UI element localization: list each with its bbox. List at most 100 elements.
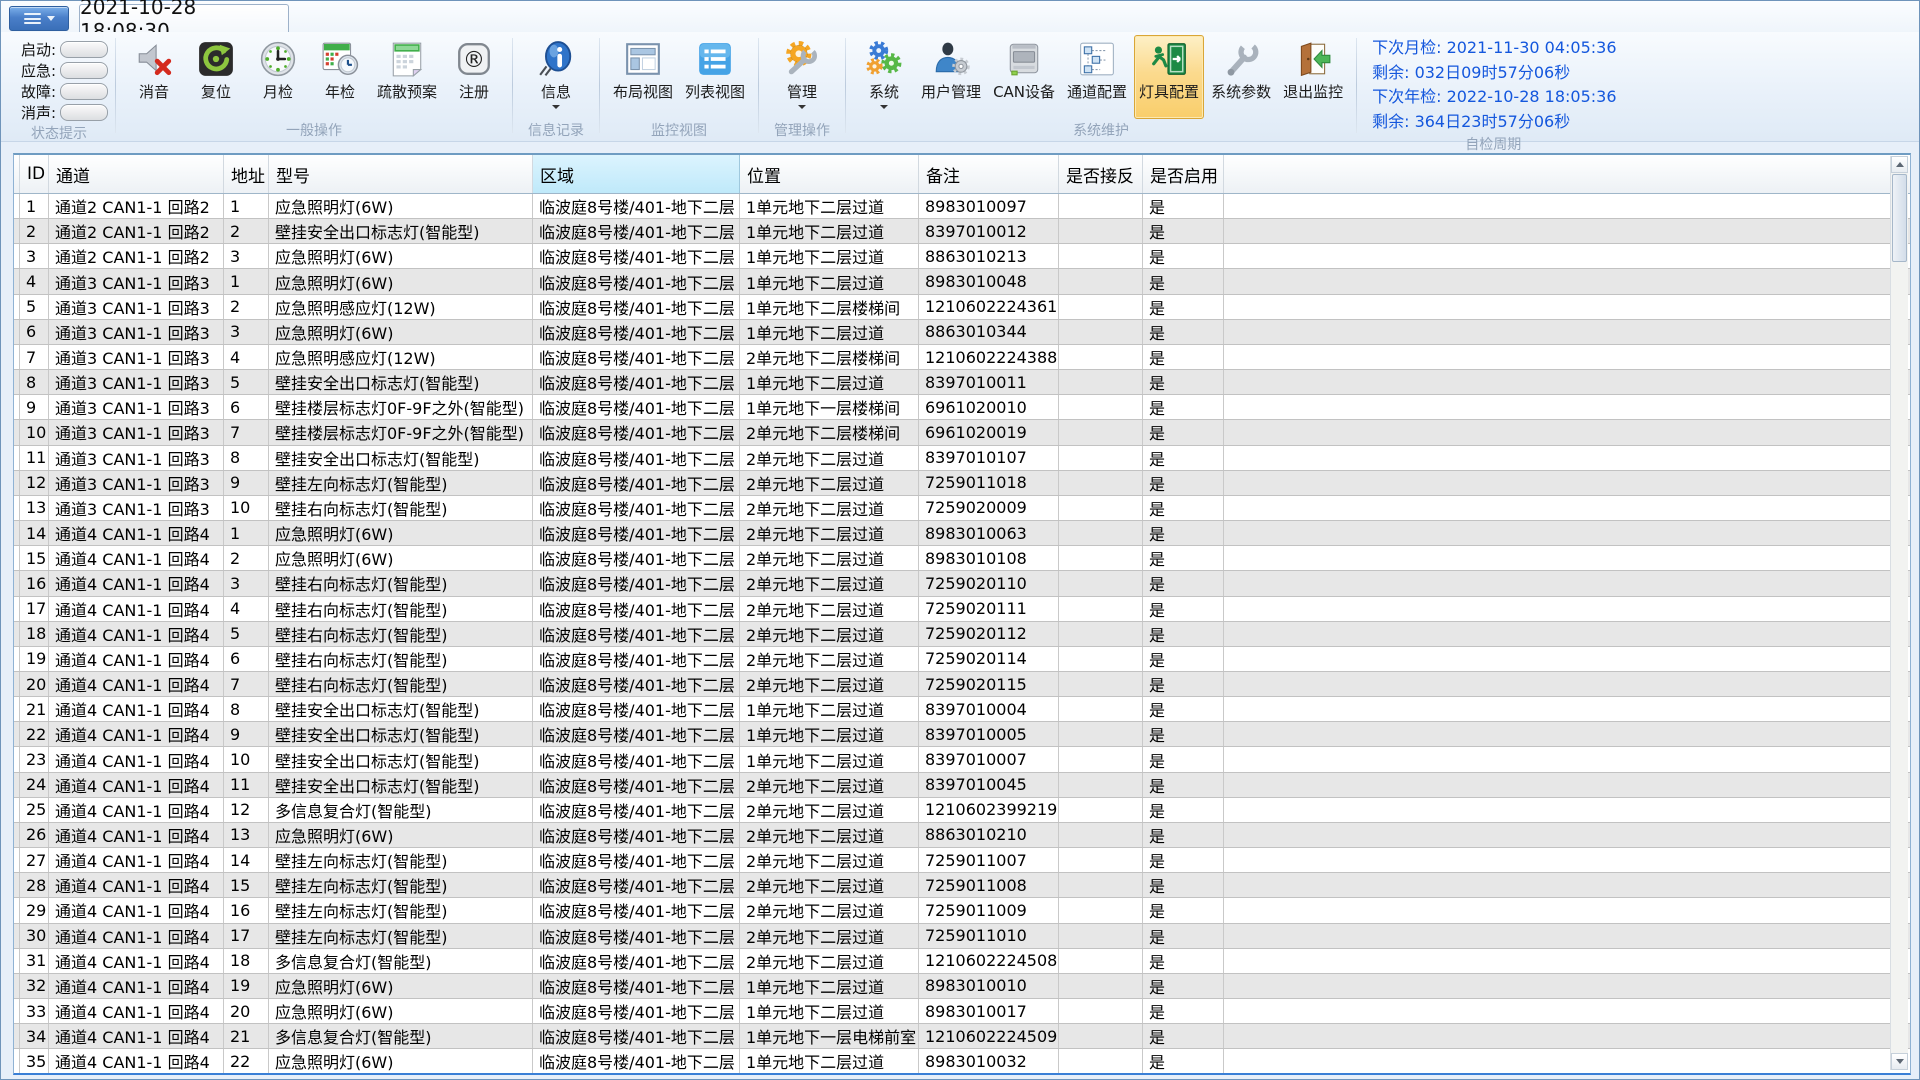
cell-location: 2单元地下二层过道 (740, 898, 919, 922)
row-filler (1224, 420, 1910, 444)
table-row[interactable]: 34通道4 CAN1-1 回路421多信息复合灯(智能型)临波庭8号楼/401-… (14, 1024, 1910, 1049)
table-row[interactable]: 30通道4 CAN1-1 回路417壁挂左向标志灯(智能型)临波庭8号楼/401… (14, 924, 1910, 949)
toolbar-button-exit-monitor[interactable]: 退出监控 (1278, 35, 1348, 119)
cell-model: 壁挂楼层标志灯0F-9F之外(智能型) (269, 420, 533, 444)
scrollbar-thumb[interactable] (1892, 174, 1907, 262)
column-header-是否接反[interactable]: 是否接反 (1059, 155, 1143, 193)
table-row[interactable]: 13通道3 CAN1-1 回路310壁挂右向标志灯(智能型)临波庭8号楼/401… (14, 496, 1910, 521)
table-row[interactable]: 21通道4 CAN1-1 回路48壁挂安全出口标志灯(智能型)临波庭8号楼/40… (14, 697, 1910, 722)
toolbar-button-mute[interactable]: 消音 (124, 35, 184, 119)
table-row[interactable]: 23通道4 CAN1-1 回路410壁挂安全出口标志灯(智能型)临波庭8号楼/4… (14, 747, 1910, 772)
table-row[interactable]: 7通道3 CAN1-1 回路34应急照明感应灯(12W)临波庭8号楼/401-地… (14, 345, 1910, 370)
row-filler (1224, 622, 1910, 646)
cell-area: 临波庭8号楼/401-地下二层 (533, 269, 740, 293)
toolbar-button-system[interactable]: 系统 (854, 35, 914, 119)
table-row[interactable]: 31通道4 CAN1-1 回路418多信息复合灯(智能型)临波庭8号楼/401-… (14, 949, 1910, 974)
table-row[interactable]: 28通道4 CAN1-1 回路415壁挂左向标志灯(智能型)临波庭8号楼/401… (14, 873, 1910, 898)
table-row[interactable]: 3通道2 CAN1-1 回路23应急照明灯(6W)临波庭8号楼/401-地下二层… (14, 244, 1910, 269)
table-row[interactable]: 17通道4 CAN1-1 回路44壁挂右向标志灯(智能型)临波庭8号楼/401-… (14, 597, 1910, 622)
cell-address: 10 (224, 496, 269, 520)
table-row[interactable]: 16通道4 CAN1-1 回路43壁挂右向标志灯(智能型)临波庭8号楼/401-… (14, 571, 1910, 596)
table-row[interactable]: 25通道4 CAN1-1 回路412多信息复合灯(智能型)临波庭8号楼/401-… (14, 798, 1910, 823)
group-separator (758, 38, 759, 133)
table-row[interactable]: 4通道3 CAN1-1 回路31应急照明灯(6W)临波庭8号楼/401-地下二层… (14, 269, 1910, 294)
table-row[interactable]: 10通道3 CAN1-1 回路37壁挂楼层标志灯0F-9F之外(智能型)临波庭8… (14, 420, 1910, 445)
ribbon-buttons: 系统用户管理CAN设备通道配置灯具配置系统参数退出监控 (853, 34, 1349, 120)
register-icon: ® (455, 40, 493, 78)
table-row[interactable]: 5通道3 CAN1-1 回路32应急照明感应灯(12W)临波庭8号楼/401-地… (14, 295, 1910, 320)
cell-reversed (1059, 571, 1143, 595)
table-row[interactable]: 15通道4 CAN1-1 回路42应急照明灯(6W)临波庭8号楼/401-地下二… (14, 546, 1910, 571)
scroll-down-button[interactable] (1891, 1053, 1908, 1070)
active-tab[interactable]: 2021-10-28 18:08:30 (79, 4, 289, 33)
table-row[interactable]: 8通道3 CAN1-1 回路35壁挂安全出口标志灯(智能型)临波庭8号楼/401… (14, 370, 1910, 395)
toolbar-button-monthly-check[interactable]: 月检 (248, 35, 308, 119)
cell-channel: 通道4 CAN1-1 回路4 (49, 949, 224, 973)
toolbar-button-layout-view[interactable]: 布局视图 (608, 35, 678, 119)
main-menu-button[interactable] (9, 6, 69, 31)
cell-location: 1单元地下一层电梯前室 (740, 1024, 919, 1048)
column-header-地址[interactable]: 地址 (224, 155, 269, 193)
row-filler (1224, 773, 1910, 797)
column-header-是否启用[interactable]: 是否启用 (1143, 155, 1224, 193)
table-row[interactable]: 18通道4 CAN1-1 回路45壁挂右向标志灯(智能型)临波庭8号楼/401-… (14, 622, 1910, 647)
toolbar-button-user-management[interactable]: 用户管理 (916, 35, 986, 119)
toolbar-button-channel-config[interactable]: 通道配置 (1062, 35, 1132, 119)
table-row[interactable]: 27通道4 CAN1-1 回路414壁挂左向标志灯(智能型)临波庭8号楼/401… (14, 848, 1910, 873)
cell-model: 壁挂右向标志灯(智能型) (269, 622, 533, 646)
table-row[interactable]: 20通道4 CAN1-1 回路47壁挂右向标志灯(智能型)临波庭8号楼/401-… (14, 672, 1910, 697)
toolbar-button-reset[interactable]: 复位 (186, 35, 246, 119)
cell-address: 9 (224, 722, 269, 746)
table-row[interactable]: 19通道4 CAN1-1 回路46壁挂右向标志灯(智能型)临波庭8号楼/401-… (14, 647, 1910, 672)
cell-area: 临波庭8号楼/401-地下二层 (533, 571, 740, 595)
column-header-型号[interactable]: 型号 (269, 155, 533, 193)
scroll-up-button[interactable] (1891, 156, 1908, 173)
scrollbar-track[interactable] (1891, 263, 1908, 1053)
toolbar-button-list-view[interactable]: 列表视图 (680, 35, 750, 119)
table-row[interactable]: 26通道4 CAN1-1 回路413应急照明灯(6W)临波庭8号楼/401-地下… (14, 823, 1910, 848)
table-row[interactable]: 24通道4 CAN1-1 回路411壁挂安全出口标志灯(智能型)临波庭8号楼/4… (14, 773, 1910, 798)
annual-check-icon (321, 40, 359, 78)
column-header-区域[interactable]: 区域 (533, 155, 740, 193)
toolbar-button-label: 列表视图 (685, 81, 745, 102)
toolbar-button-system-params[interactable]: 系统参数 (1206, 35, 1276, 119)
column-header-位置[interactable]: 位置 (740, 155, 919, 193)
table-row[interactable]: 29通道4 CAN1-1 回路416壁挂左向标志灯(智能型)临波庭8号楼/401… (14, 898, 1910, 923)
toolbar-button-register[interactable]: ®注册 (444, 35, 504, 119)
table-row[interactable]: 1通道2 CAN1-1 回路21应急照明灯(6W)临波庭8号楼/401-地下二层… (14, 194, 1910, 219)
cell-area: 临波庭8号楼/401-地下二层 (533, 647, 740, 671)
table-row[interactable]: 33通道4 CAN1-1 回路420应急照明灯(6W)临波庭8号楼/401-地下… (14, 999, 1910, 1024)
status-label-start: 启动: (10, 39, 56, 60)
vertical-scrollbar[interactable] (1890, 156, 1908, 1070)
toolbar-button-can-device[interactable]: CAN设备 (988, 35, 1060, 119)
cell-enabled: 是 (1143, 320, 1224, 344)
cell-id: 11 (20, 446, 49, 470)
self-check-line-3: 下次年检: 2022-10-28 18:05:36 (1372, 85, 1616, 110)
table-row[interactable]: 2通道2 CAN1-1 回路22壁挂安全出口标志灯(智能型)临波庭8号楼/401… (14, 219, 1910, 244)
cell-address: 5 (224, 370, 269, 394)
cell-channel: 通道4 CAN1-1 回路4 (49, 546, 224, 570)
column-header-ID[interactable]: ID (20, 155, 49, 193)
column-header-备注[interactable]: 备注 (919, 155, 1059, 193)
application-window: 2021-10-28 18:08:30 启动:应急:故障:消声:状态提示消音复位… (0, 0, 1920, 1080)
cell-remark: 8397010107 (919, 446, 1059, 470)
cell-area: 临波庭8号楼/401-地下二层 (533, 1024, 740, 1048)
toolbar-button-lamp-config[interactable]: 灯具配置 (1134, 35, 1204, 119)
table-row[interactable]: 11通道3 CAN1-1 回路38壁挂安全出口标志灯(智能型)临波庭8号楼/40… (14, 446, 1910, 471)
cell-enabled: 是 (1143, 571, 1224, 595)
toolbar-button-evacuation-plan[interactable]: 疏散预案 (372, 35, 442, 119)
cell-remark: 6961020019 (919, 420, 1059, 444)
table-row[interactable]: 6通道3 CAN1-1 回路33应急照明灯(6W)临波庭8号楼/401-地下二层… (14, 320, 1910, 345)
table-row[interactable]: 32通道4 CAN1-1 回路419应急照明灯(6W)临波庭8号楼/401-地下… (14, 974, 1910, 999)
column-header-通道[interactable]: 通道 (49, 155, 224, 193)
table-row[interactable]: 14通道4 CAN1-1 回路41应急照明灯(6W)临波庭8号楼/401-地下二… (14, 521, 1910, 546)
table-row[interactable]: 12通道3 CAN1-1 回路39壁挂左向标志灯(智能型)临波庭8号楼/401-… (14, 471, 1910, 496)
cell-model: 应急照明灯(6W) (269, 320, 533, 344)
table-row[interactable]: 35通道4 CAN1-1 回路422应急照明灯(6W)临波庭8号楼/401-地下… (14, 1049, 1910, 1074)
toolbar-button-annual-check[interactable]: 年检 (310, 35, 370, 119)
table-row[interactable]: 22通道4 CAN1-1 回路49壁挂安全出口标志灯(智能型)临波庭8号楼/40… (14, 722, 1910, 747)
toolbar-button-info[interactable]: 信息 (526, 35, 586, 119)
can-device-icon (1005, 40, 1043, 78)
table-row[interactable]: 9通道3 CAN1-1 回路36壁挂楼层标志灯0F-9F之外(智能型)临波庭8号… (14, 395, 1910, 420)
toolbar-button-manage[interactable]: 管理 (772, 35, 832, 119)
